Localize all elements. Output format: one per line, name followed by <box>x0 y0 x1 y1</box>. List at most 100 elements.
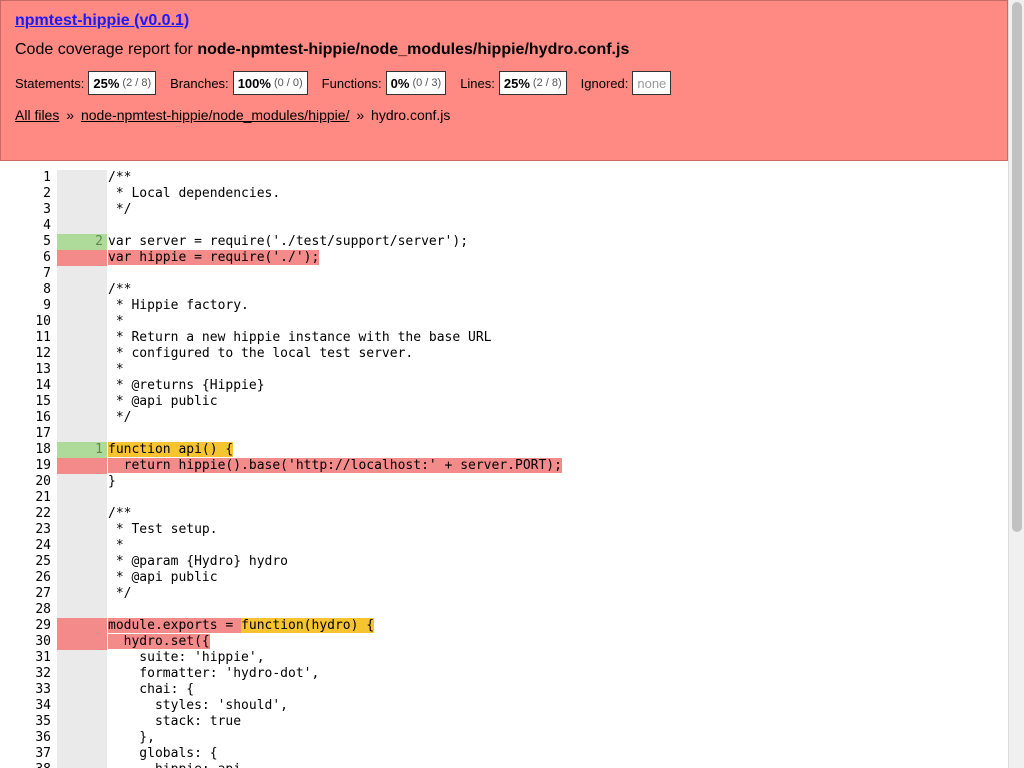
page-subtitle: Code coverage report for node-npmtest-hi… <box>15 41 629 59</box>
breadcrumb-all-files-link[interactable]: All files <box>15 107 59 123</box>
line-number[interactable]: 2 <box>0 186 51 202</box>
line-number[interactable]: 22 <box>0 506 51 522</box>
line-hit-count <box>57 314 107 330</box>
line-number[interactable]: 26 <box>0 570 51 586</box>
line-number[interactable]: 30 <box>0 634 51 650</box>
line-number[interactable]: 1 <box>0 170 51 186</box>
uncovered-code-segment: function(hydro) { <box>241 618 375 633</box>
line-source: */ <box>108 202 132 218</box>
line-number[interactable]: 28 <box>0 602 51 618</box>
line-number[interactable]: 24 <box>0 538 51 554</box>
line-number[interactable]: 25 <box>0 554 51 570</box>
line-source: * Hippie factory. <box>108 298 249 314</box>
line-hit-count <box>57 426 107 442</box>
code-line: 3 */ <box>0 202 1008 218</box>
metric-pct: 100% <box>237 75 271 91</box>
line-number[interactable]: 27 <box>0 586 51 602</box>
coverage-metrics: Statements: 25% (2 / 8) Branches: 100% (… <box>15 71 685 95</box>
metric-fraction: (2 / 8) <box>122 77 152 89</box>
line-number[interactable]: 8 <box>0 282 51 298</box>
line-hit-count <box>57 218 107 234</box>
line-number[interactable]: 12 <box>0 346 51 362</box>
code-segment: /** <box>108 170 132 185</box>
line-number[interactable]: 14 <box>0 378 51 394</box>
line-number[interactable]: 7 <box>0 266 51 282</box>
line-hit-count <box>57 730 107 746</box>
line-source: var hippie = require('./'); <box>108 250 320 266</box>
code-line: 14 * @returns {Hippie} <box>0 378 1008 394</box>
line-number[interactable]: 20 <box>0 474 51 490</box>
line-number[interactable]: 15 <box>0 394 51 410</box>
code-line: 31 suite: 'hippie', <box>0 650 1008 666</box>
line-hit-count <box>57 538 107 554</box>
line-number[interactable]: 4 <box>0 218 51 234</box>
code-segment: }, <box>108 730 155 745</box>
line-source: stack: true <box>108 714 241 730</box>
line-number[interactable]: 37 <box>0 746 51 762</box>
line-hit-count <box>57 522 107 538</box>
line-number[interactable]: 29 <box>0 618 51 634</box>
line-number[interactable]: 6 <box>0 250 51 266</box>
line-hit-count <box>57 618 107 634</box>
line-hit-count <box>57 266 107 282</box>
line-hit-count <box>57 250 107 266</box>
scrollbar-thumb[interactable] <box>1012 2 1022 532</box>
line-number[interactable]: 16 <box>0 410 51 426</box>
line-hit-count <box>57 634 107 650</box>
line-number[interactable]: 9 <box>0 298 51 314</box>
line-number[interactable]: 19 <box>0 458 51 474</box>
metric-value-box: 25% (2 / 8) <box>498 71 567 95</box>
line-source: * <box>108 314 124 330</box>
metric-value-box: 100% (0 / 0) <box>232 71 308 95</box>
line-number[interactable]: 3 <box>0 202 51 218</box>
line-source: * Return a new hippie instance with the … <box>108 330 492 346</box>
code-line: 5 2 var server = require('./test/support/s… <box>0 234 1008 250</box>
code-line: 28 <box>0 602 1008 618</box>
metric-fraction: (0 / 3) <box>412 77 442 89</box>
line-number[interactable]: 13 <box>0 362 51 378</box>
line-hit-count <box>57 298 107 314</box>
line-number[interactable]: 23 <box>0 522 51 538</box>
line-source: /** <box>108 170 131 186</box>
line-number[interactable]: 36 <box>0 730 51 746</box>
line-number[interactable]: 31 <box>0 650 51 666</box>
line-number[interactable]: 17 <box>0 426 51 442</box>
code-line: 15 * @api public <box>0 394 1008 410</box>
line-hit-count <box>57 186 107 202</box>
code-segment: * Test setup. <box>108 522 218 537</box>
line-source: */ <box>108 410 132 426</box>
line-number[interactable]: 33 <box>0 682 51 698</box>
code-segment: suite: 'hippie', <box>108 650 265 665</box>
metric-lines: Lines: 25% (2 / 8) <box>460 71 567 95</box>
line-source: return hippie().base('http://localhost:'… <box>108 458 562 474</box>
code-line: 37 globals: { <box>0 746 1008 762</box>
line-hit-count <box>57 202 107 218</box>
line-source: hippie: api <box>108 762 241 768</box>
line-number[interactable]: 21 <box>0 490 51 506</box>
project-title-link[interactable]: npmtest-hippie (v0.0.1) <box>15 12 189 30</box>
line-number[interactable]: 18 <box>0 442 51 458</box>
line-source: * @returns {Hippie} <box>108 378 265 394</box>
breadcrumb-folder-link[interactable]: node-npmtest-hippie/node_modules/hippie/ <box>81 107 350 123</box>
line-number[interactable]: 10 <box>0 314 51 330</box>
code-line: 13 * <box>0 362 1008 378</box>
line-source: * @api public <box>108 570 218 586</box>
code-line: 20} <box>0 474 1008 490</box>
code-line: 2 * Local dependencies. <box>0 186 1008 202</box>
line-hit-count <box>57 698 107 714</box>
line-number[interactable]: 11 <box>0 330 51 346</box>
code-line: 18 1 function api() { <box>0 442 1008 458</box>
line-hit-count <box>57 650 107 666</box>
line-number[interactable]: 35 <box>0 714 51 730</box>
line-number[interactable]: 38 <box>0 762 51 768</box>
code-segment: * @api public <box>108 570 218 585</box>
line-number[interactable]: 32 <box>0 666 51 682</box>
line-number[interactable]: 34 <box>0 698 51 714</box>
line-number[interactable]: 5 <box>0 234 51 250</box>
code-segment: stack: true <box>108 714 242 729</box>
ignored-value: none <box>637 75 667 91</box>
code-line: 22 /** <box>0 506 1008 522</box>
code-segment: chai: { <box>108 682 195 697</box>
vertical-scrollbar[interactable] <box>1008 0 1024 768</box>
code-line: 33 chai: { <box>0 682 1008 698</box>
